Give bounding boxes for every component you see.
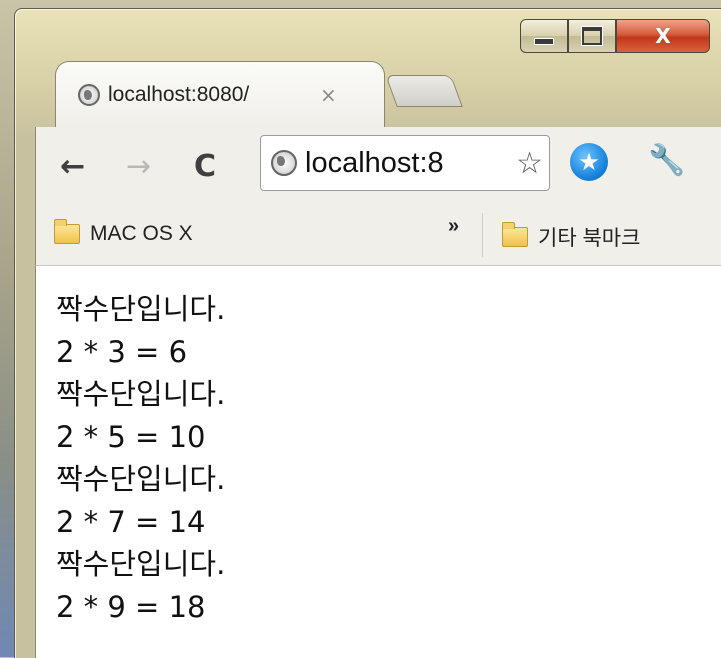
minimize-button[interactable] (520, 19, 568, 53)
tab-title: localhost:8080/ (108, 82, 250, 106)
page-content: 짝수단입니다. 2 * 3 = 6 짝수단입니다. 2 * 5 = 10 짝수단… (35, 266, 721, 658)
content-line: 짝수단입니다. (56, 292, 226, 326)
content-line: 2 * 9 = 18 (56, 589, 206, 624)
bookmark-label: MAC OS X (90, 222, 193, 245)
url-text: localhost:8 (305, 146, 444, 179)
bookmarks-overflow-chevron[interactable]: » (448, 215, 459, 238)
bookmarks-bar: MAC OS X » 기타 북마크 (35, 207, 721, 266)
folder-icon (54, 219, 80, 244)
address-bar[interactable]: localhost:8 ☆ (260, 135, 550, 191)
content-line: 2 * 5 = 10 (56, 419, 206, 454)
bookmark-folder-mac-os-x[interactable]: MAC OS X (54, 219, 193, 246)
content-line: 짝수단입니다. (56, 377, 226, 411)
content-line: 2 * 3 = 6 (56, 334, 188, 369)
content-line: 짝수단입니다. (56, 462, 226, 496)
bookmarks-divider (482, 213, 483, 257)
content-line: 짝수단입니다. (56, 547, 226, 581)
forward-button[interactable]: → (126, 149, 151, 184)
close-window-button[interactable]: X (616, 19, 710, 53)
minimize-icon (534, 37, 554, 45)
reload-button[interactable]: C (194, 149, 216, 184)
tab-active[interactable]: localhost:8080/ × (55, 61, 385, 127)
maximize-button[interactable] (568, 19, 616, 53)
browser-window: X localhost:8080/ × ← → C localhost:8 ☆ … (14, 8, 721, 658)
globe-icon (78, 83, 100, 106)
content-line: 2 * 7 = 14 (56, 504, 206, 539)
maximize-icon (582, 27, 602, 45)
site-info-icon[interactable] (271, 150, 297, 176)
extension-button[interactable]: ★ (570, 143, 608, 181)
other-bookmarks-label: 기타 북마크 (538, 227, 641, 250)
caption-buttons: X (520, 19, 710, 53)
wrench-menu-icon[interactable]: 🔧 (648, 143, 685, 178)
tab-close-icon[interactable]: × (320, 83, 337, 107)
back-button[interactable]: ← (60, 149, 85, 184)
other-bookmarks-folder[interactable]: 기타 북마크 (502, 222, 640, 252)
close-icon: X (655, 24, 671, 48)
folder-icon (502, 222, 528, 247)
star-badge-icon: ★ (578, 148, 600, 176)
new-tab-button[interactable] (385, 75, 463, 107)
bookmark-star-icon[interactable]: ☆ (514, 146, 543, 181)
toolbar: ← → C localhost:8 ☆ ★ 🔧 (35, 127, 721, 207)
